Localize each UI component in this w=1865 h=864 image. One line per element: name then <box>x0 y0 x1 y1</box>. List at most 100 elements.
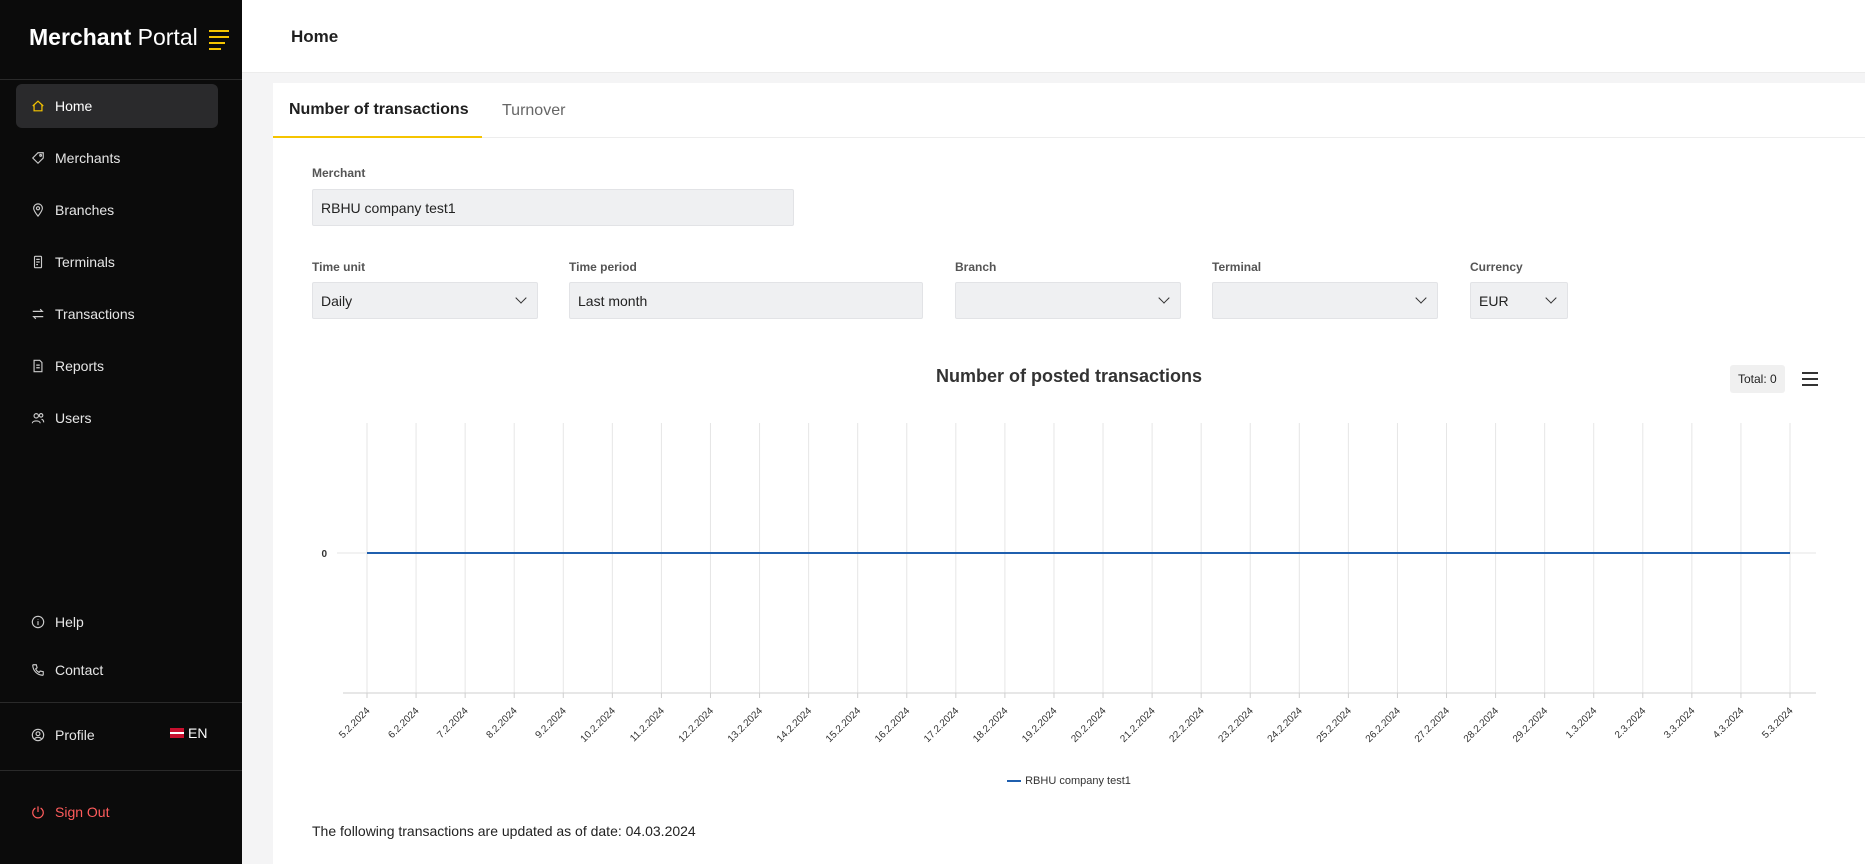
currency-select[interactable]: EUR <box>1470 282 1568 319</box>
x-tick-label: 27.2.2024 <box>1413 705 1453 745</box>
x-tick-label: 20.2.2024 <box>1069 705 1109 745</box>
chart-title: Number of posted transactions <box>935 366 1203 386</box>
currency-label: Currency <box>1470 260 1523 274</box>
time-period-label: Time period <box>569 260 637 274</box>
legend-label: RBHU company test1 <box>1025 775 1131 787</box>
x-tick-label: 10.2.2024 <box>579 705 619 745</box>
transfer-icon <box>31 307 45 321</box>
chart-menu-icon[interactable] <box>1802 372 1820 386</box>
x-tick-label: 5.2.2024 <box>337 705 373 741</box>
x-tick-label: 28.2.2024 <box>1462 705 1502 745</box>
info-icon <box>31 615 45 629</box>
sidebar-item-merchants[interactable]: Merchants <box>16 136 218 180</box>
sidebar-item-label: Home <box>55 98 93 114</box>
sign-out-button[interactable]: Sign Out <box>16 790 218 834</box>
time-unit-label: Time unit <box>312 260 366 274</box>
terminal-select[interactable] <box>1212 282 1438 319</box>
x-tick-label: 15.2.2024 <box>824 705 864 745</box>
location-pin-icon <box>31 203 45 217</box>
x-tick-label: 8.2.2024 <box>484 705 520 741</box>
sidebar-item-terminals[interactable]: Terminals <box>16 240 218 284</box>
sidebar-item-users[interactable]: Users <box>16 396 218 440</box>
phone-icon <box>31 663 45 677</box>
sidebar-item-label: Terminals <box>55 254 115 270</box>
branch-label: Branch <box>955 260 997 274</box>
brand-logo: Merchant Portal <box>29 24 198 50</box>
chevron-down-icon <box>515 292 527 304</box>
chevron-down-icon <box>1415 292 1427 304</box>
sidebar-divider <box>0 79 242 80</box>
x-tick-label: 25.2.2024 <box>1315 705 1355 745</box>
x-tick-label: 13.2.2024 <box>726 705 766 745</box>
sidebar-divider <box>0 770 242 771</box>
x-tick-label: 24.2.2024 <box>1266 705 1306 745</box>
sidebar-divider <box>0 702 242 703</box>
sidebar-item-transactions[interactable]: Transactions <box>16 292 218 336</box>
time-unit-select[interactable]: Daily <box>312 282 538 319</box>
sidebar-item-contact[interactable]: Contact <box>16 648 218 692</box>
page-title: Home <box>291 27 339 46</box>
sidebar-item-profile[interactable]: Profile <box>16 713 156 757</box>
update-note: The following transactions are updated a… <box>312 823 696 839</box>
sidebar-item-reports[interactable]: Reports <box>16 344 218 388</box>
transactions-chart: 0 5.2.2024 6.2.2024 7.2.2024 8.2.2024 9.2.202… <box>321 423 1816 745</box>
x-tick-label: 9.2.2024 <box>534 705 570 741</box>
merchant-label: Merchant <box>312 166 366 180</box>
sidebar-item-label: Users <box>55 410 92 426</box>
x-tick-label: 7.2.2024 <box>435 705 471 741</box>
tab-number-of-transactions[interactable]: Number of transactions <box>273 83 482 138</box>
sidebar-item-label: Help <box>55 614 84 630</box>
dashboard-card: Number of transactions Turnover Merchant… <box>273 83 1865 864</box>
terminal-icon <box>31 255 45 269</box>
chevron-down-icon <box>1158 292 1170 304</box>
terminal-label: Terminal <box>1212 260 1262 274</box>
sidebar-item-label: Branches <box>55 202 115 218</box>
sidebar-item-help[interactable]: Help <box>16 600 218 644</box>
branch-select[interactable] <box>955 282 1181 319</box>
tab-bar: Number of transactions Turnover <box>273 83 1865 138</box>
x-tick-label: 26.2.2024 <box>1364 705 1404 745</box>
tab-turnover[interactable]: Turnover <box>502 83 565 138</box>
sidebar-item-branches[interactable]: Branches <box>16 188 218 232</box>
sidebar-item-label: Merchants <box>55 150 121 166</box>
flag-icon <box>170 728 184 738</box>
x-tick-label: 21.2.2024 <box>1118 705 1158 745</box>
time-period-field[interactable]: Last month <box>569 282 923 319</box>
power-icon <box>31 805 45 819</box>
x-tick-label: 18.2.2024 <box>971 705 1011 745</box>
chevron-down-icon <box>1545 292 1557 304</box>
x-tick-label: 4.3.2024 <box>1711 705 1747 741</box>
x-tick-label: 17.2.2024 <box>922 705 962 745</box>
users-icon <box>31 411 45 425</box>
user-circle-icon <box>31 728 45 742</box>
x-tick-label: 19.2.2024 <box>1020 705 1060 745</box>
home-icon <box>31 99 45 113</box>
sidebar-item-label: Transactions <box>55 306 135 322</box>
x-tick-label: 5.3.2024 <box>1760 705 1796 741</box>
sidebar-item-label: Sign Out <box>55 804 110 820</box>
x-tick-label: 3.3.2024 <box>1662 705 1698 741</box>
time-period-value: Last month <box>578 292 648 309</box>
tag-icon <box>31 151 45 165</box>
x-tick-label: 22.2.2024 <box>1167 705 1207 745</box>
chart-legend[interactable]: RBHU company test1 <box>273 775 1865 787</box>
x-tick-label: 1.3.2024 <box>1564 705 1600 741</box>
x-tick-label: 6.2.2024 <box>386 705 422 741</box>
x-tick-label: 16.2.2024 <box>873 705 913 745</box>
x-tick-label: 2.3.2024 <box>1613 705 1649 741</box>
sidebar-item-label: Reports <box>55 358 105 374</box>
time-unit-value: Daily <box>321 292 353 309</box>
menu-toggle-icon[interactable] <box>209 30 231 50</box>
merchant-field[interactable]: RBHU company test1 <box>312 189 794 226</box>
language-switch[interactable]: EN <box>170 725 207 741</box>
sidebar-item-label: Contact <box>55 662 104 678</box>
sidebar: Merchant Portal Home Merchants Branches … <box>0 0 242 864</box>
total-badge: Total: 0 <box>1730 365 1785 393</box>
x-tick-label: 12.2.2024 <box>677 705 717 745</box>
sidebar-item-label: Profile <box>55 727 95 743</box>
top-bar: Home <box>242 0 1865 73</box>
y-tick-label: 0 <box>321 549 327 560</box>
sidebar-item-home[interactable]: Home <box>16 84 218 128</box>
legend-swatch <box>1007 780 1022 782</box>
merchant-value: RBHU company test1 <box>321 199 456 216</box>
